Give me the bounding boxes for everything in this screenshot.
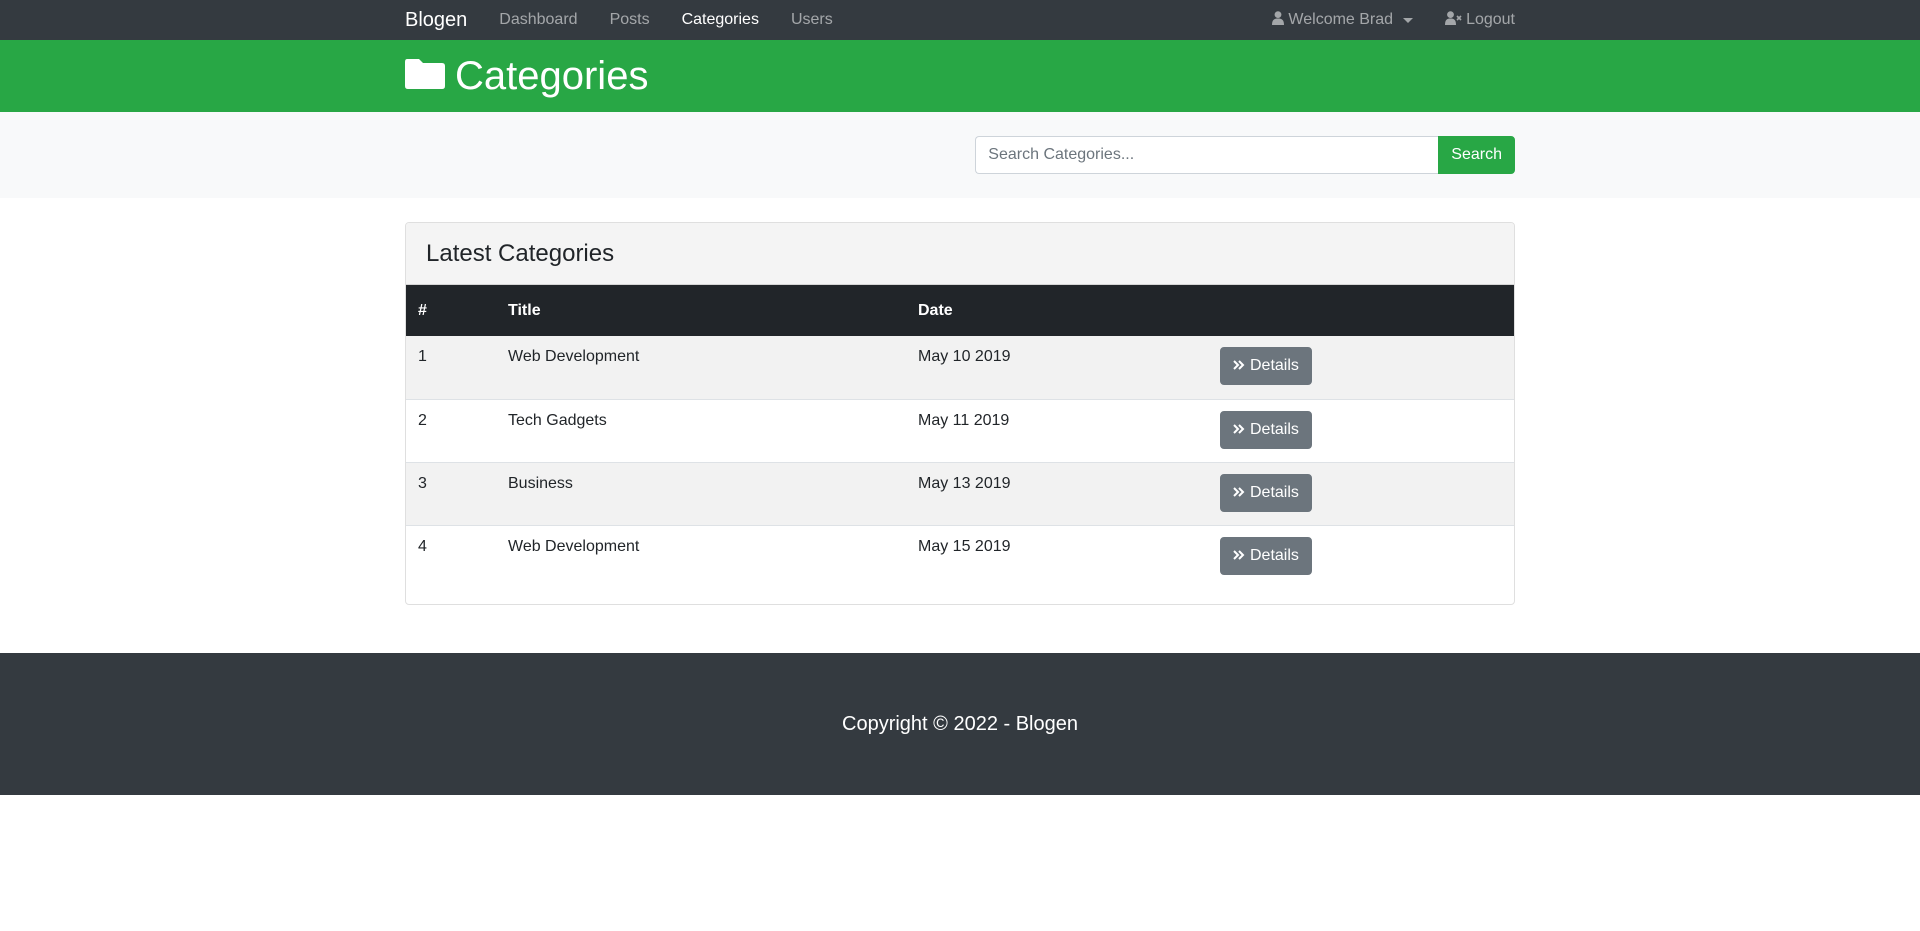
copyright-text: Copyright © 2022 - Blogen (842, 712, 1078, 735)
angle-double-right-icon (1233, 484, 1245, 502)
row-date: May 10 2019 (918, 348, 1011, 365)
table-row: 2 Tech Gadgets May 11 2019 Details (406, 399, 1514, 462)
row-title: Tech Gadgets (508, 411, 607, 429)
details-button[interactable]: Details (1220, 536, 1312, 575)
categories-card: Latest Categories # Title Date 1 Web Dev… (405, 222, 1515, 605)
nav-link-users[interactable]: Users (791, 11, 833, 29)
search-input[interactable] (975, 136, 1439, 174)
folder-icon (405, 54, 445, 99)
categories-table: # Title Date 1 Web Development May 10 20… (406, 285, 1514, 588)
logout-link[interactable]: Logout (1445, 10, 1515, 30)
row-number: 4 (418, 537, 427, 555)
table-row: 3 Business May 13 2019 Details (406, 462, 1514, 525)
row-number: 3 (418, 474, 427, 492)
top-navbar: Blogen Dashboard Posts Categories Users … (0, 0, 1920, 40)
user-menu-dropdown[interactable]: Welcome Brad (1272, 10, 1414, 30)
column-header-num: # (418, 301, 427, 319)
details-button[interactable]: Details (1220, 410, 1312, 449)
details-button-label: Details (1250, 420, 1299, 438)
page-title: Categories (405, 54, 648, 99)
nav-link-categories[interactable]: Categories (682, 11, 759, 29)
row-number: 2 (418, 411, 427, 429)
search-group: Search (975, 136, 1515, 174)
page-title-text: Categories (455, 53, 649, 98)
search-section: Search (0, 112, 1920, 198)
nav-right-group: Welcome Brad Logout (1272, 10, 1515, 30)
chevron-down-icon (1403, 17, 1414, 23)
angle-double-right-icon (1233, 547, 1245, 565)
row-number: 1 (418, 348, 427, 365)
brand-logo[interactable]: Blogen (405, 9, 467, 32)
table-header-row: # Title Date (406, 285, 1514, 336)
details-button[interactable]: Details (1220, 473, 1312, 512)
row-date: May 15 2019 (918, 537, 1011, 555)
angle-double-right-icon (1233, 421, 1245, 439)
angle-double-right-icon (1233, 357, 1245, 375)
table-row: 4 Web Development May 15 2019 Details (406, 525, 1514, 588)
row-title: Web Development (508, 537, 640, 555)
search-button[interactable]: Search (1438, 136, 1515, 174)
logout-label: Logout (1466, 11, 1515, 28)
main-content: Latest Categories # Title Date 1 Web Dev… (0, 198, 1920, 653)
details-button-label: Details (1250, 357, 1299, 374)
page-footer: Copyright © 2022 - Blogen (0, 653, 1920, 795)
page-header: Categories (0, 40, 1920, 112)
user-icon (1272, 10, 1285, 30)
row-date: May 11 2019 (918, 411, 1010, 429)
user-menu-label: Welcome Brad (1288, 11, 1394, 28)
details-button-label: Details (1250, 483, 1299, 501)
details-button[interactable]: Details (1220, 347, 1312, 385)
row-title: Web Development (508, 348, 640, 365)
card-title: Latest Categories (426, 239, 615, 267)
column-header-date: Date (918, 301, 953, 319)
row-title: Business (508, 474, 573, 492)
card-header: Latest Categories (406, 223, 1514, 285)
column-header-title: Title (508, 301, 541, 319)
details-button-label: Details (1250, 546, 1299, 564)
nav-link-posts[interactable]: Posts (610, 11, 650, 29)
row-date: May 13 2019 (918, 474, 1011, 492)
nav-link-dashboard[interactable]: Dashboard (499, 11, 577, 29)
user-times-icon (1445, 10, 1462, 30)
table-row: 1 Web Development May 10 2019 Details (406, 336, 1514, 399)
card-bottom-padding (406, 588, 1514, 604)
column-header-actions (1208, 285, 1514, 336)
